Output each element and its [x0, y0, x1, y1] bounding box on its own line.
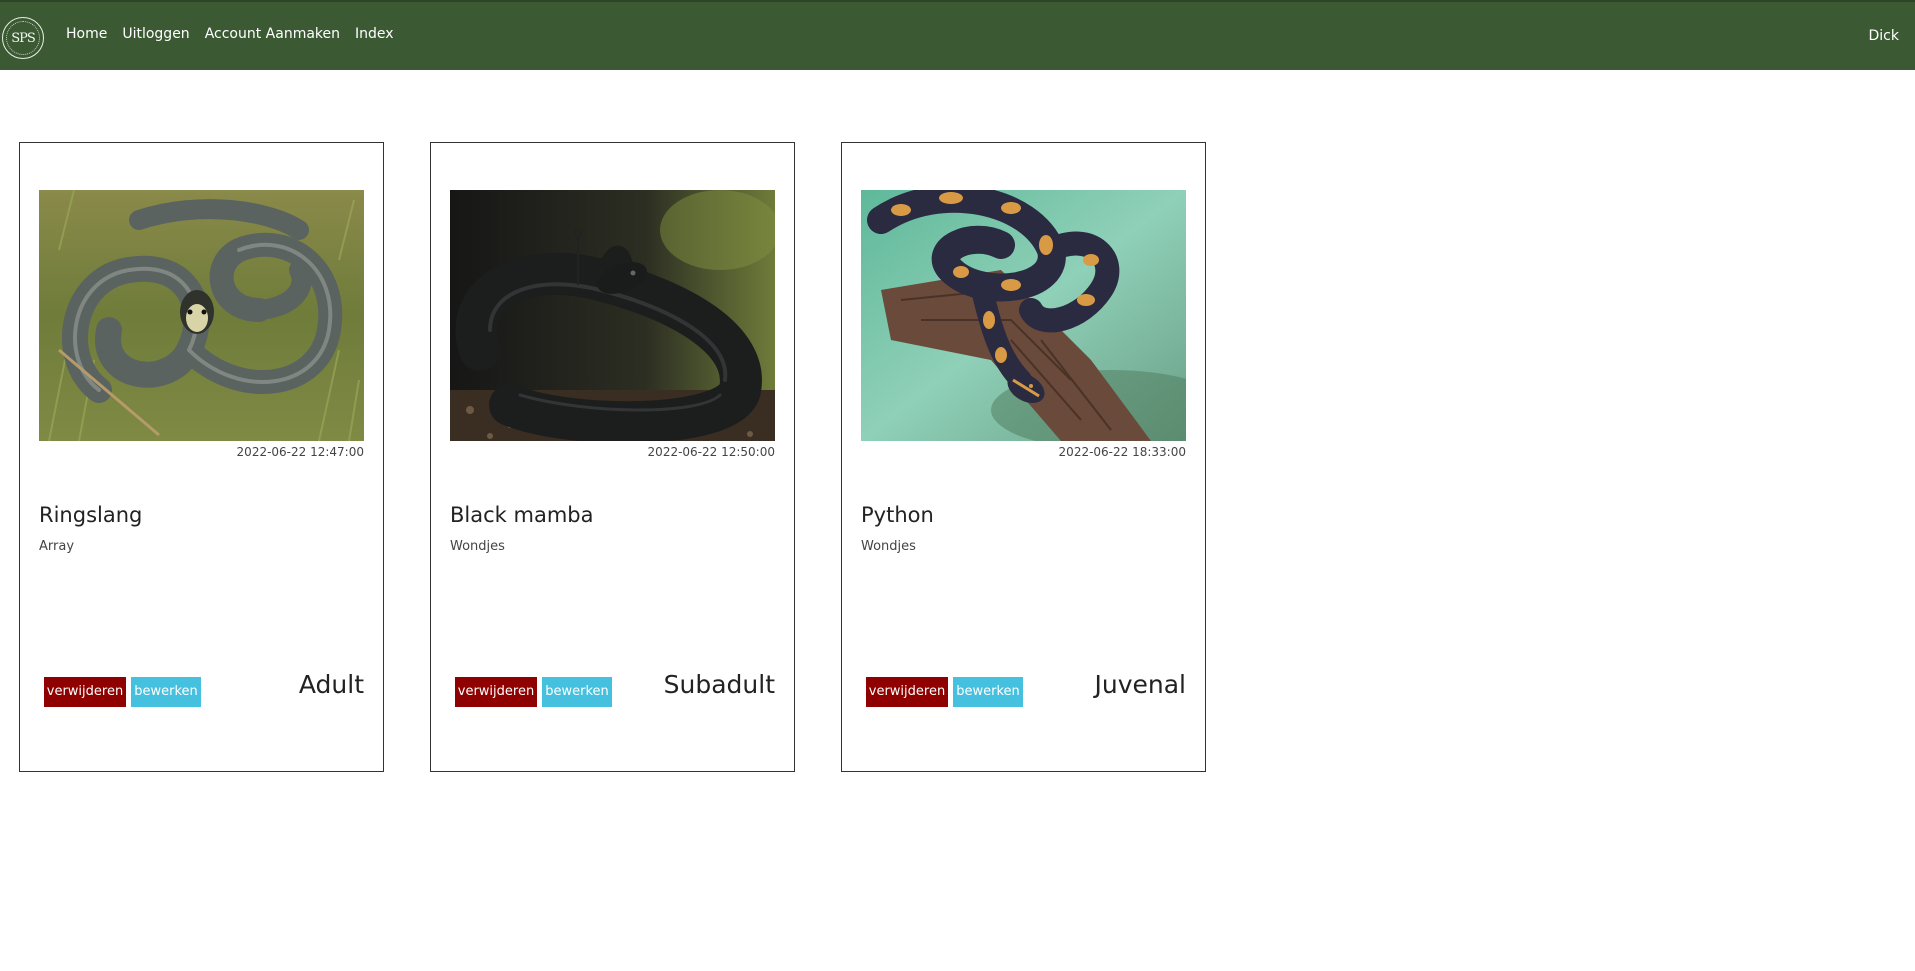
card-subtitle: Array: [39, 539, 75, 554]
ball-python-image: [861, 190, 1186, 441]
card-title: Python: [861, 503, 934, 527]
card-title: Ringslang: [39, 503, 143, 527]
logo-text: SPS: [11, 30, 36, 46]
card-date: 2022-06-22 12:47:00: [236, 445, 364, 459]
top-navbar: SPS Home Uitloggen Account Aanmaken Inde…: [0, 0, 1915, 70]
card-life-stage: Subadult: [663, 670, 775, 699]
user-name[interactable]: Dick: [1869, 28, 1899, 44]
snake-photo-black-mamba: [450, 190, 775, 441]
nav-link-uitloggen[interactable]: Uitloggen: [122, 26, 189, 42]
nav-link-account-aanmaken[interactable]: Account Aanmaken: [205, 26, 340, 42]
edit-button[interactable]: bewerken: [131, 677, 201, 707]
card-title: Black mamba: [450, 503, 594, 527]
snake-photo-grass-snake: [39, 190, 364, 441]
snake-photo-ball-python: [861, 190, 1186, 441]
card-subtitle: Wondjes: [861, 539, 916, 554]
edit-button[interactable]: bewerken: [953, 677, 1023, 707]
delete-button[interactable]: verwijderen: [455, 677, 537, 707]
nav-links: Home Uitloggen Account Aanmaken Index: [66, 26, 409, 42]
snake-card: 2022-06-22 12:50:00 Black mamba Wondjes …: [430, 142, 795, 772]
card-life-stage: Adult: [298, 670, 364, 699]
snake-card: 2022-06-22 18:33:00 Python Wondjes verwi…: [841, 142, 1206, 772]
card-date: 2022-06-22 12:50:00: [647, 445, 775, 459]
delete-button[interactable]: verwijderen: [44, 677, 126, 707]
nav-link-index[interactable]: Index: [355, 26, 394, 42]
delete-button[interactable]: verwijderen: [866, 677, 948, 707]
black-mamba-image: [450, 190, 775, 441]
card-subtitle: Wondjes: [450, 539, 505, 554]
nav-link-home[interactable]: Home: [66, 26, 107, 42]
snake-card: 2022-06-22 12:47:00 Ringslang Array verw…: [19, 142, 384, 772]
card-life-stage: Juvenal: [1094, 670, 1186, 699]
grass-snake-image: [39, 190, 364, 441]
edit-button[interactable]: bewerken: [542, 677, 612, 707]
card-date: 2022-06-22 18:33:00: [1058, 445, 1186, 459]
sps-logo-icon[interactable]: SPS: [2, 17, 44, 59]
